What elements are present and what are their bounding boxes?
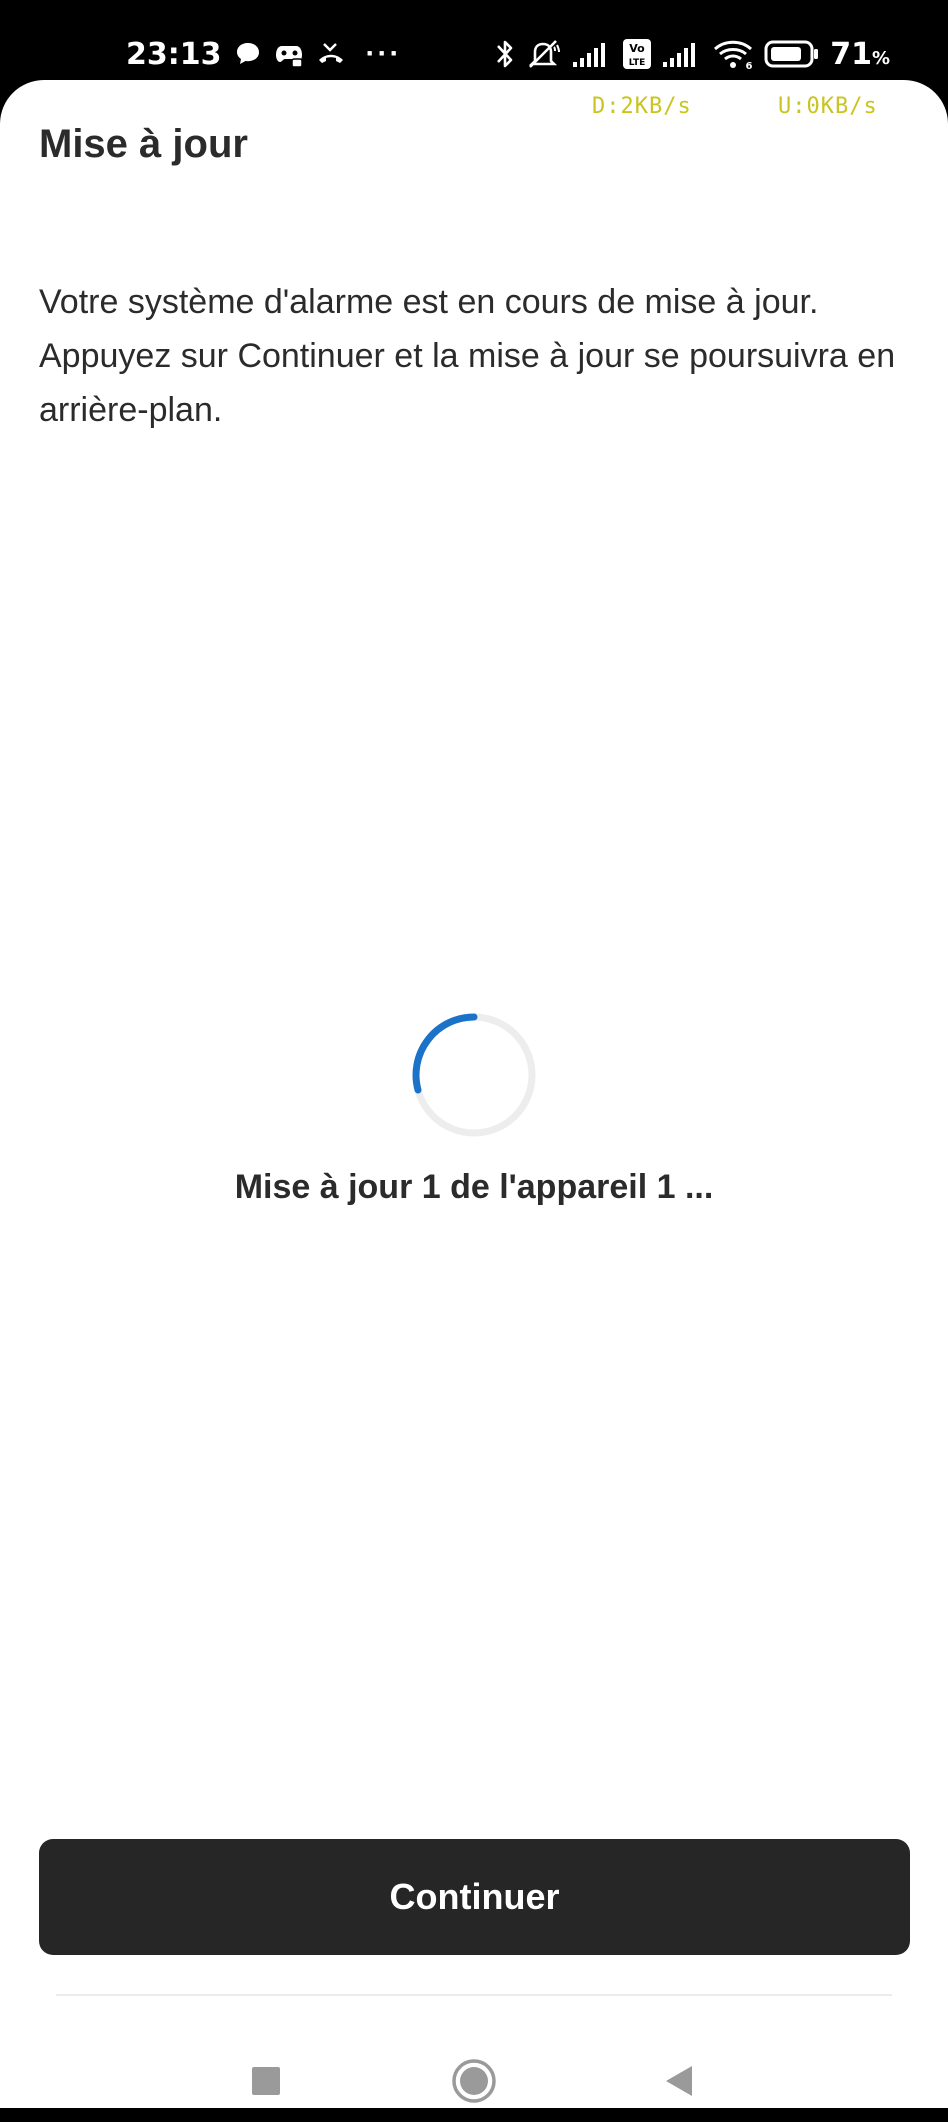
navigation-bar: [0, 2040, 948, 2122]
back-icon: [664, 2064, 694, 2098]
update-sheet: D:2KB/s U:0KB/s Mise à jour Votre systèm…: [0, 80, 948, 2108]
bell-off-icon: [526, 37, 562, 71]
status-left: 23:13 ···: [126, 34, 401, 74]
spinner-arc: [412, 1013, 478, 1094]
battery-icon: [764, 39, 820, 69]
status-time: 23:13: [126, 36, 222, 72]
volte-bottom-label: LTE: [629, 58, 646, 68]
battery-percent-unit: %: [871, 47, 890, 69]
wifi-label: 6: [746, 61, 753, 70]
missed-call-icon: [316, 40, 346, 68]
home-button[interactable]: [433, 2040, 515, 2122]
status-right: Vo LTE 6 71%: [494, 34, 890, 74]
page-title: Mise à jour: [39, 122, 248, 166]
back-button[interactable]: [638, 2040, 720, 2122]
battery-percent-value: 71: [830, 36, 872, 72]
gamepad-icon: [274, 40, 304, 68]
battery-percent: 71%: [830, 37, 890, 72]
upload-speed: U:0KB/s: [778, 94, 878, 119]
volte-icon: Vo LTE: [622, 38, 652, 70]
signal-icon: [572, 40, 612, 68]
signal-icon: [662, 40, 702, 68]
loading-spinner: [412, 1013, 536, 1137]
nav-divider: [56, 1994, 892, 1996]
home-icon: [451, 2058, 497, 2104]
download-speed: D:2KB/s: [592, 94, 692, 119]
volte-top-label: Vo: [629, 42, 645, 55]
update-description: Votre système d'alarme est en cours de m…: [39, 283, 896, 429]
continue-button[interactable]: Continuer: [39, 1839, 910, 1955]
wifi-icon: 6: [712, 38, 754, 70]
more-dots-icon: ···: [365, 37, 402, 70]
chat-bubble-icon: [234, 40, 262, 68]
recents-icon: [251, 2066, 281, 2096]
bluetooth-icon: [494, 37, 516, 71]
progress-text: Mise à jour 1 de l'appareil 1 ...: [234, 1168, 714, 1206]
recents-button[interactable]: [225, 2040, 307, 2122]
